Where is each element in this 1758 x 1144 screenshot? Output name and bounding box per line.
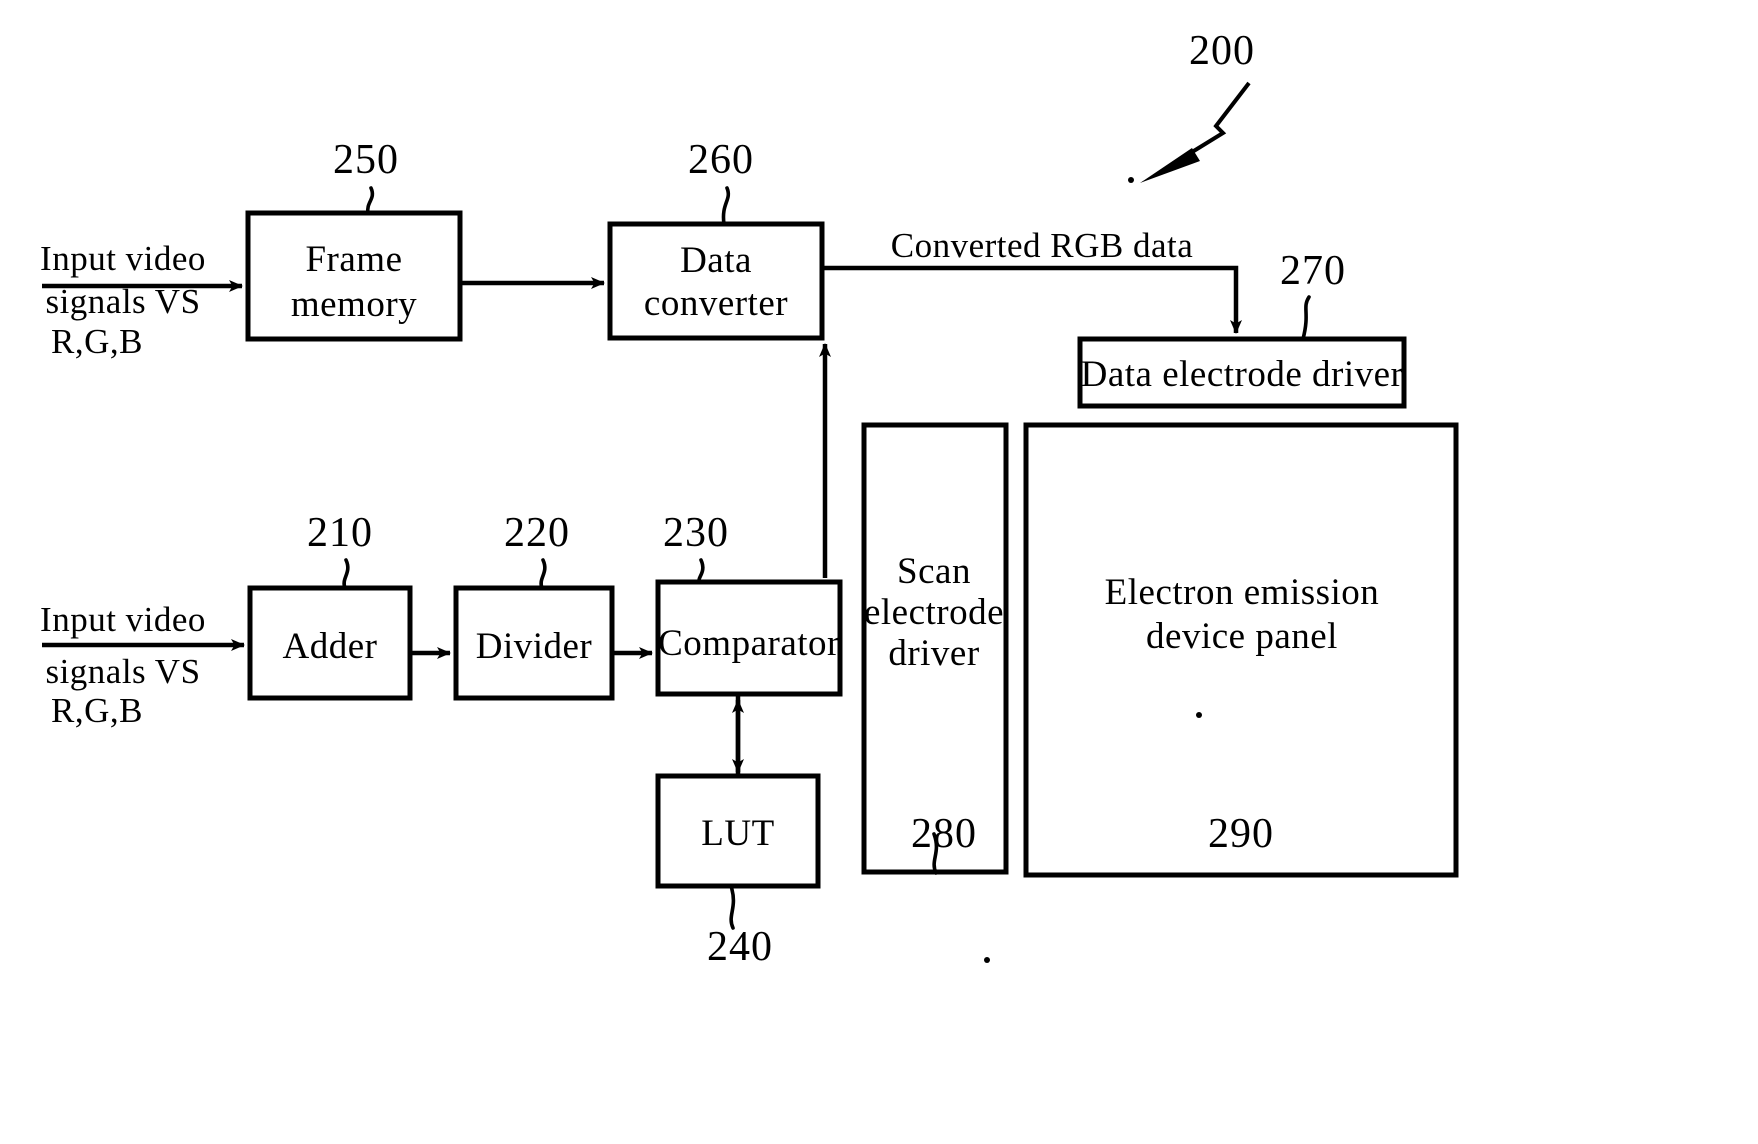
input-top-line-1: Input video	[40, 239, 206, 278]
ref-200: 200	[1189, 28, 1255, 74]
input-top-line-2: signals VS	[45, 282, 200, 321]
ref-230: 230	[663, 510, 729, 556]
block-scan-electrode-driver-label-1: Scan	[897, 551, 971, 592]
scan-speck-3	[984, 957, 990, 963]
block-lut-label: LUT	[701, 813, 774, 854]
ref-280: 280	[911, 811, 977, 857]
ref-230-leader	[697, 558, 705, 584]
input-bottom-line-1: Input video	[40, 600, 206, 639]
block-scan-electrode-driver-label-2: electrode	[864, 592, 1004, 633]
block-frame-memory-label-2: memory	[291, 284, 417, 325]
converted-rgb-data-label: Converted RGB data	[891, 226, 1194, 265]
block-panel-label-1: Electron emission	[1105, 572, 1380, 613]
ref-210: 210	[307, 510, 373, 556]
ref-260: 260	[688, 137, 754, 183]
input-top-line-3: R,G,B	[51, 322, 143, 361]
block-data-converter-label-2: converter	[644, 283, 788, 324]
ref-200-leader	[1182, 81, 1251, 159]
ref-250: 250	[333, 137, 399, 183]
block-comparator-label: Comparator	[658, 623, 840, 664]
ref-250-leader	[365, 186, 375, 215]
ref-220-leader	[539, 558, 547, 590]
ref-200-leader-arrowhead	[1140, 148, 1200, 183]
ref-240-leader	[729, 884, 736, 930]
ref-280-leader	[932, 832, 939, 875]
block-panel-label-2: device panel	[1146, 616, 1338, 657]
ref-270-leader	[1301, 295, 1311, 341]
block-data-converter-label-1: Data	[680, 240, 752, 281]
ref-220: 220	[504, 510, 570, 556]
block-adder-label: Adder	[283, 626, 378, 667]
ref-260-leader	[721, 186, 731, 226]
input-bottom-line-2: signals VS	[45, 652, 200, 691]
input-bottom-line-3: R,G,B	[51, 691, 143, 730]
block-scan-electrode-driver-label-3: driver	[888, 633, 979, 674]
diagram-canvas: Frame memory Data converter Data electro…	[40, 28, 1459, 970]
wire-data-converter-to-data-electrode-driver	[822, 265, 1242, 334]
scan-speck-1	[1128, 177, 1134, 183]
block-divider-label: Divider	[476, 626, 593, 667]
ref-210-leader	[342, 558, 350, 590]
block-data-electrode-driver-label: Data electrode driver	[1081, 354, 1404, 395]
ref-290: 290	[1208, 811, 1274, 857]
ref-240: 240	[707, 924, 773, 970]
scan-speck-2	[1196, 712, 1202, 718]
patent-figure: Frame memory Data converter Data electro…	[0, 0, 1758, 1144]
ref-270: 270	[1280, 248, 1346, 294]
block-frame-memory-label-1: Frame	[305, 239, 402, 280]
